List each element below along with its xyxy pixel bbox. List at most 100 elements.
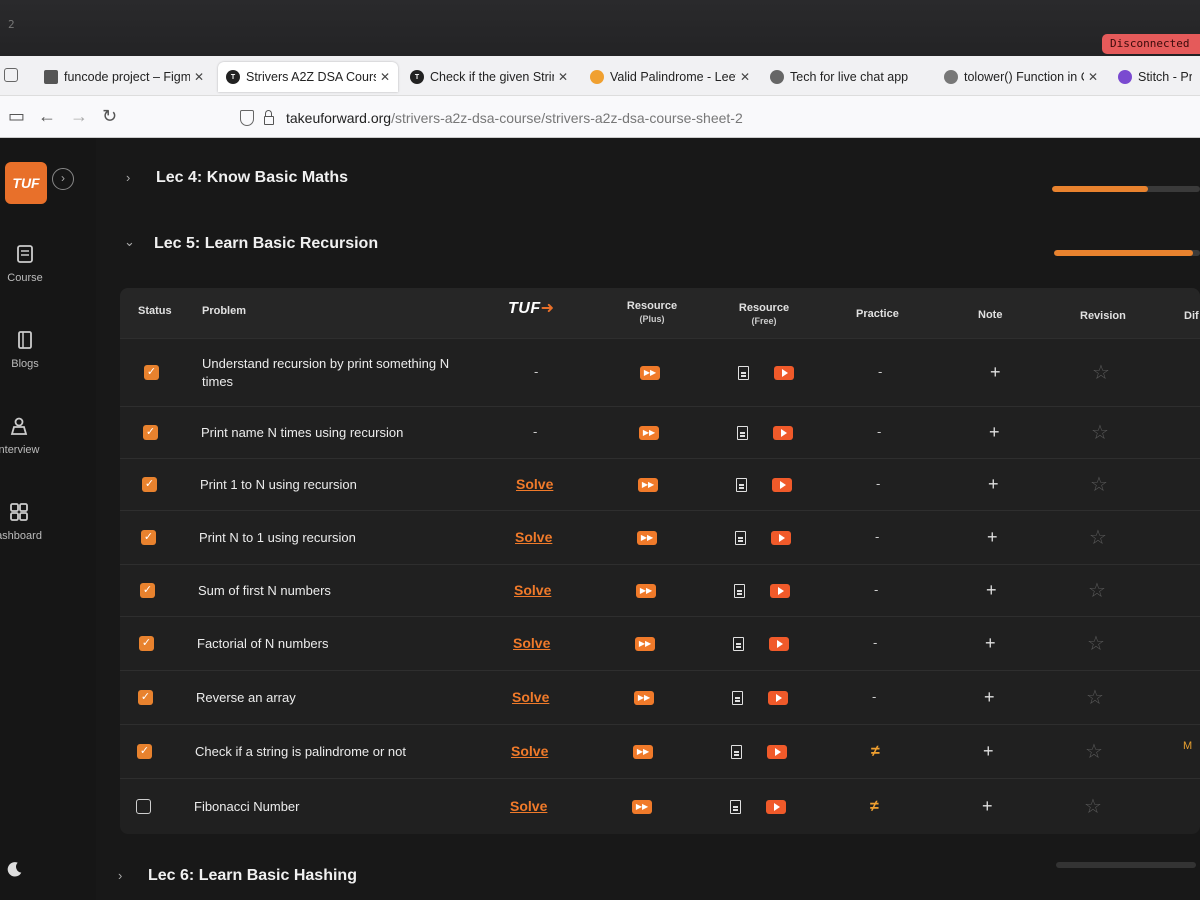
youtube-icon[interactable] (772, 478, 792, 492)
plus-video-icon[interactable]: ▶▶ (635, 637, 655, 651)
tab-check-string[interactable]: T Check if the given String ✕ (402, 62, 576, 92)
article-icon[interactable] (737, 426, 748, 440)
status-checkbox[interactable] (136, 799, 151, 814)
chevron-down-icon[interactable]: ⌄ (124, 234, 135, 250)
practice-dash: - (873, 635, 878, 650)
status-checkbox[interactable]: ✓ (144, 365, 159, 380)
tab-chat-app[interactable]: Tech for live chat app (762, 62, 932, 92)
reload-icon[interactable]: ↻ (102, 106, 117, 126)
add-note-icon[interactable]: + (983, 742, 994, 760)
tab-overview-icon[interactable] (4, 68, 18, 82)
lecture-title[interactable]: Lec 5: Learn Basic Recursion (154, 235, 378, 253)
status-checkbox[interactable]: ✓ (138, 690, 153, 705)
tab-leetcode[interactable]: Valid Palindrome - LeetCode ✕ (582, 62, 758, 92)
star-icon[interactable]: ☆ (1089, 528, 1107, 548)
close-icon[interactable]: ✕ (558, 70, 568, 84)
tab-figma[interactable]: funcode project – Figma ✕ (36, 62, 212, 92)
article-icon[interactable] (736, 478, 747, 492)
solve-link[interactable]: Solve (511, 743, 548, 759)
youtube-icon[interactable] (768, 691, 788, 705)
article-icon[interactable] (738, 366, 749, 380)
youtube-icon[interactable] (770, 584, 790, 598)
status-checkbox[interactable]: ✓ (137, 744, 152, 759)
solve-link[interactable]: Solve (510, 798, 547, 814)
plus-video-icon[interactable]: ▶▶ (639, 426, 659, 440)
star-icon[interactable]: ☆ (1088, 581, 1106, 601)
article-icon[interactable] (731, 745, 742, 759)
close-icon[interactable]: ✕ (380, 70, 390, 84)
chevron-right-icon[interactable]: › (118, 868, 122, 883)
article-icon[interactable] (734, 584, 745, 598)
status-checkbox[interactable]: ✓ (142, 477, 157, 492)
status-checkbox[interactable]: ✓ (143, 425, 158, 440)
star-icon[interactable]: ☆ (1087, 634, 1105, 654)
sidebar-item-interview[interactable]: nterview (0, 416, 44, 456)
plus-video-icon[interactable]: ▶▶ (634, 691, 654, 705)
lock-icon[interactable] (264, 109, 274, 125)
sidebar-item-dashboard[interactable]: ashboard (0, 502, 44, 542)
article-icon[interactable] (735, 531, 746, 545)
add-note-icon[interactable]: + (985, 634, 996, 652)
status-checkbox[interactable]: ✓ (140, 583, 155, 598)
youtube-icon[interactable] (766, 800, 786, 814)
star-icon[interactable]: ☆ (1090, 475, 1108, 495)
chevron-right-icon[interactable]: › (126, 170, 130, 185)
chevron-right-icon[interactable]: › (52, 168, 74, 190)
close-icon[interactable]: ✕ (740, 70, 750, 84)
moon-icon[interactable] (6, 860, 24, 878)
add-note-icon[interactable]: + (989, 423, 1000, 441)
forward-icon[interactable]: → (70, 106, 88, 126)
status-checkbox[interactable]: ✓ (141, 530, 156, 545)
address-bar[interactable]: takeuforward.org/strivers-a2z-dsa-course… (230, 104, 1200, 132)
star-icon[interactable]: ☆ (1085, 742, 1103, 762)
article-icon[interactable] (733, 637, 744, 651)
star-icon[interactable]: ☆ (1092, 363, 1110, 383)
close-icon[interactable]: ✕ (1088, 70, 1098, 84)
plus-video-icon[interactable]: ▶▶ (640, 366, 660, 380)
youtube-icon[interactable] (767, 745, 787, 759)
youtube-icon[interactable] (774, 366, 794, 380)
article-icon[interactable] (730, 800, 741, 814)
tab-stitch[interactable]: Stitch - Project (1110, 62, 1200, 92)
leetcode-practice-icon[interactable]: ≠ (871, 743, 887, 761)
back-icon[interactable]: ← (38, 106, 56, 126)
lecture-title[interactable]: Lec 4: Know Basic Maths (156, 169, 348, 187)
close-icon[interactable]: ✕ (194, 70, 204, 84)
solve-link[interactable]: Solve (514, 582, 551, 598)
shield-icon[interactable] (240, 110, 254, 126)
add-note-icon[interactable]: + (986, 581, 997, 599)
tuf-logo[interactable]: TUF (5, 162, 47, 204)
leetcode-favicon-icon (590, 70, 604, 84)
solve-link[interactable]: Solve (513, 635, 550, 651)
sidebar-item-blogs[interactable]: Blogs (0, 330, 50, 370)
sidebar-item-course[interactable]: Course (0, 244, 50, 284)
tab-tolower[interactable]: tolower() Function in C ✕ (936, 62, 1106, 92)
add-note-icon[interactable]: + (984, 688, 995, 706)
plus-video-icon[interactable]: ▶▶ (632, 800, 652, 814)
lecture-title[interactable]: Lec 6: Learn Basic Hashing (148, 867, 357, 885)
youtube-icon[interactable] (769, 637, 789, 651)
add-note-icon[interactable]: + (990, 363, 1001, 381)
leetcode-practice-icon[interactable]: ≠ (870, 798, 886, 816)
youtube-icon[interactable] (773, 426, 793, 440)
header-tuf: TUF➜ (508, 301, 555, 317)
tab-strivers[interactable]: T Strivers A2Z DSA Course ✕ (218, 62, 398, 92)
add-note-icon[interactable]: + (987, 528, 998, 546)
star-icon[interactable]: ☆ (1084, 797, 1102, 817)
sidebar-toggle-icon[interactable]: ▭ (8, 106, 25, 126)
status-checkbox[interactable]: ✓ (139, 636, 154, 651)
solve-link[interactable]: Solve (512, 689, 549, 705)
article-icon[interactable] (732, 691, 743, 705)
star-icon[interactable]: ☆ (1091, 423, 1109, 443)
plus-video-icon[interactable]: ▶▶ (637, 531, 657, 545)
sidebar-item-label: nterview (0, 444, 40, 456)
plus-video-icon[interactable]: ▶▶ (638, 478, 658, 492)
add-note-icon[interactable]: + (982, 797, 993, 815)
solve-link[interactable]: Solve (515, 529, 552, 545)
plus-video-icon[interactable]: ▶▶ (633, 745, 653, 759)
plus-video-icon[interactable]: ▶▶ (636, 584, 656, 598)
youtube-icon[interactable] (771, 531, 791, 545)
star-icon[interactable]: ☆ (1086, 688, 1104, 708)
solve-link[interactable]: Solve (516, 476, 553, 492)
add-note-icon[interactable]: + (988, 475, 999, 493)
